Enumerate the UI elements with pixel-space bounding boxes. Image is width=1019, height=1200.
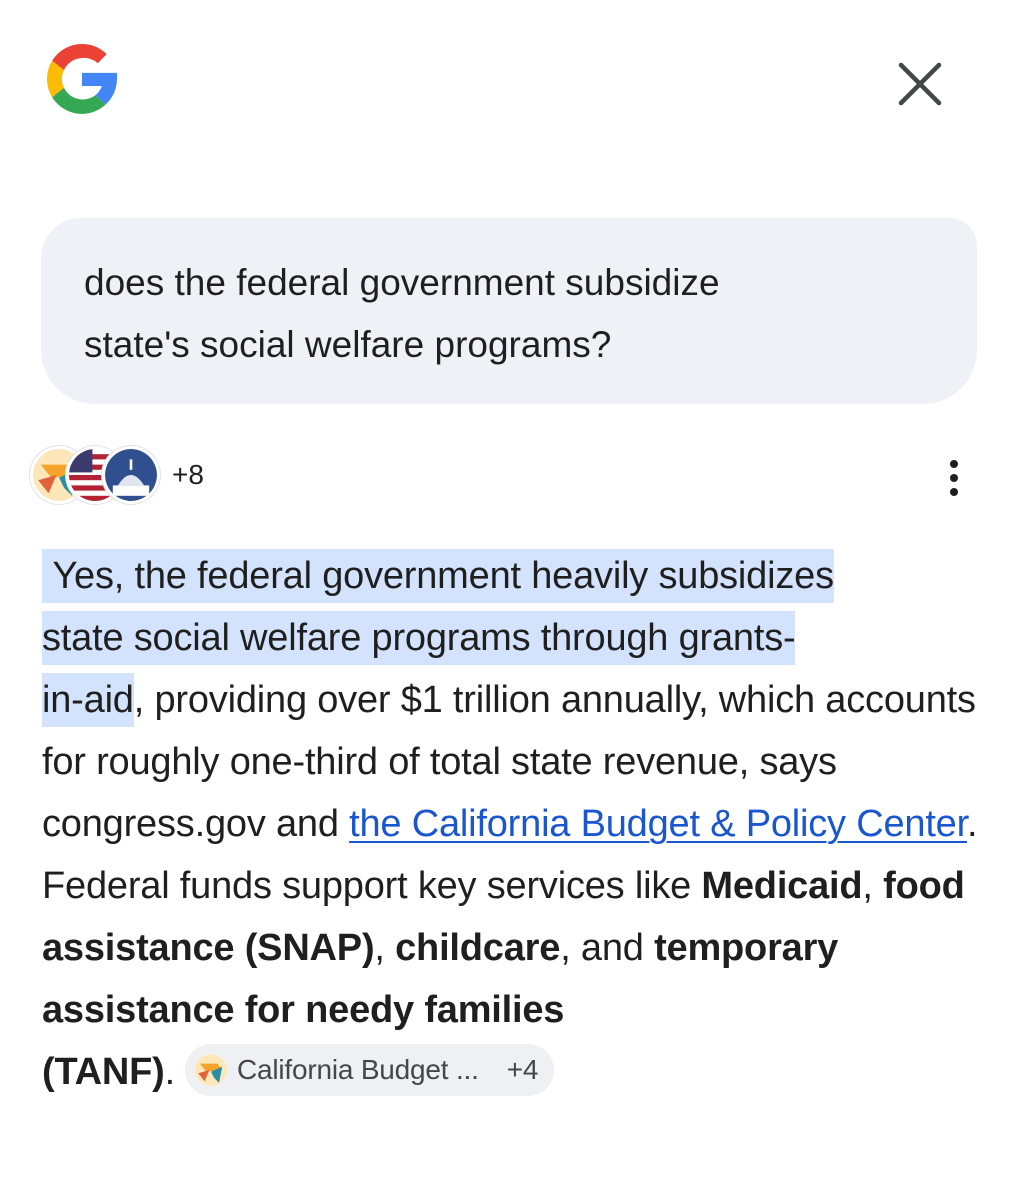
citation-chip-more: +4 [506,1053,539,1085]
citation-chip[interactable]: California Budget ... +4 [184,1043,555,1096]
sources-row[interactable]: +8 [30,444,204,506]
answer-text: Yes, the federal government heavily subs… [42,545,982,1103]
capitol-dome-icon [102,446,160,504]
query-text-line-1: does the federal government subsidize [84,262,720,303]
query-text-line-2: state's social welfare programs? [84,324,612,365]
close-button[interactable] [888,52,952,116]
california-budget-logo-icon [194,1053,227,1086]
citation-chip-label: California Budget ... [236,1053,479,1085]
ai-overview-panel: does the federal government subsidize st… [0,0,1019,1200]
more-vert-icon [950,460,958,468]
google-g-icon[interactable] [40,37,124,121]
more-options-button[interactable] [932,450,976,506]
query-bubble: does the federal government subsidize st… [41,218,977,404]
california-budget-link[interactable]: the California Budget & Policy Center [349,803,967,845]
sources-more-count: +8 [172,459,204,490]
close-icon [898,62,942,106]
